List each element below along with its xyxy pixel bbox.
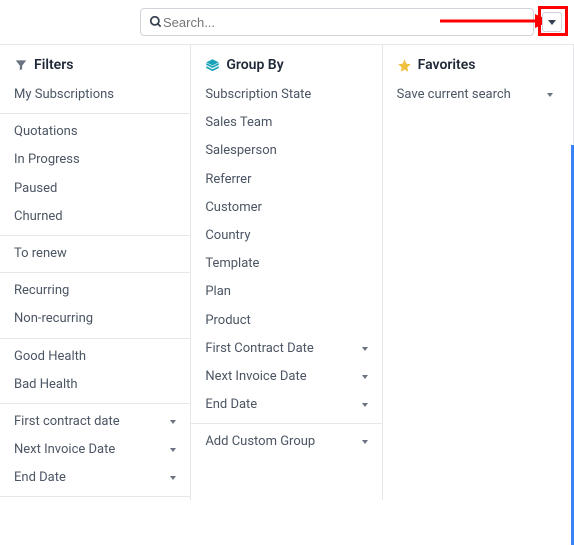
add-custom-group[interactable]: Add Custom Group: [191, 428, 381, 456]
filter-icon: [14, 58, 28, 72]
separator: [191, 423, 381, 424]
search-input[interactable]: [163, 15, 525, 30]
groupby-item[interactable]: Template: [191, 250, 381, 278]
groupby-item[interactable]: Sales Team: [191, 109, 381, 137]
star-icon: [397, 58, 412, 73]
filter-item[interactable]: In Progress: [0, 146, 190, 174]
groupby-header: Group By: [191, 55, 381, 81]
groupby-column: Group By Subscription State Sales Team S…: [191, 45, 382, 500]
separator: [0, 272, 190, 273]
caret-down-icon: [547, 93, 553, 97]
separator: [0, 338, 190, 339]
groupby-item[interactable]: Customer: [191, 194, 381, 222]
filters-header: Filters: [0, 55, 190, 81]
filter-item[interactable]: To renew: [0, 240, 190, 268]
groupby-item[interactable]: Referrer: [191, 166, 381, 194]
caret-down-icon: [170, 420, 176, 424]
separator: [0, 113, 190, 114]
search-icon: [149, 15, 163, 29]
groupby-date-item[interactable]: Next Invoice Date: [191, 363, 381, 391]
caret-down-icon: [362, 440, 368, 444]
filter-item[interactable]: Paused: [0, 175, 190, 203]
filters-column: Filters My Subscriptions Quotations In P…: [0, 45, 191, 500]
groupby-title: Group By: [226, 57, 283, 73]
filter-item[interactable]: Non-recurring: [0, 305, 190, 333]
caret-down-icon: [362, 375, 368, 379]
filter-item[interactable]: Recurring: [0, 277, 190, 305]
filter-date-item[interactable]: First contract date: [0, 408, 190, 436]
filter-item[interactable]: My Subscriptions: [0, 81, 190, 109]
filter-date-item[interactable]: Next Invoice Date: [0, 436, 190, 464]
filter-item[interactable]: Bad Health: [0, 371, 190, 399]
save-current-search[interactable]: Save current search: [383, 81, 573, 109]
filters-title: Filters: [34, 57, 73, 73]
separator: [0, 403, 190, 404]
search-options-toggle[interactable]: [542, 12, 562, 32]
groupby-date-item[interactable]: End Date: [191, 391, 381, 419]
favorites-column: Favorites Save current search: [383, 45, 574, 500]
filter-date-item[interactable]: End Date: [0, 464, 190, 492]
separator: [0, 235, 190, 236]
groupby-item[interactable]: Product: [191, 307, 381, 335]
filter-item[interactable]: Quotations: [0, 118, 190, 146]
filter-item[interactable]: Good Health: [0, 343, 190, 371]
search-input-container[interactable]: [140, 8, 534, 36]
separator: [0, 496, 190, 497]
groupby-date-item[interactable]: First Contract Date: [191, 335, 381, 363]
favorites-header: Favorites: [383, 55, 573, 81]
groupby-item[interactable]: Salesperson: [191, 137, 381, 165]
caret-down-icon: [548, 20, 556, 25]
groupby-item[interactable]: Subscription State: [191, 81, 381, 109]
favorites-title: Favorites: [418, 57, 476, 73]
caret-down-icon: [362, 403, 368, 407]
caret-down-icon: [362, 347, 368, 351]
caret-down-icon: [170, 448, 176, 452]
caret-down-icon: [170, 476, 176, 480]
groupby-item[interactable]: Country: [191, 222, 381, 250]
layers-icon: [205, 58, 220, 73]
groupby-item[interactable]: Plan: [191, 278, 381, 306]
filter-item[interactable]: Churned: [0, 203, 190, 231]
